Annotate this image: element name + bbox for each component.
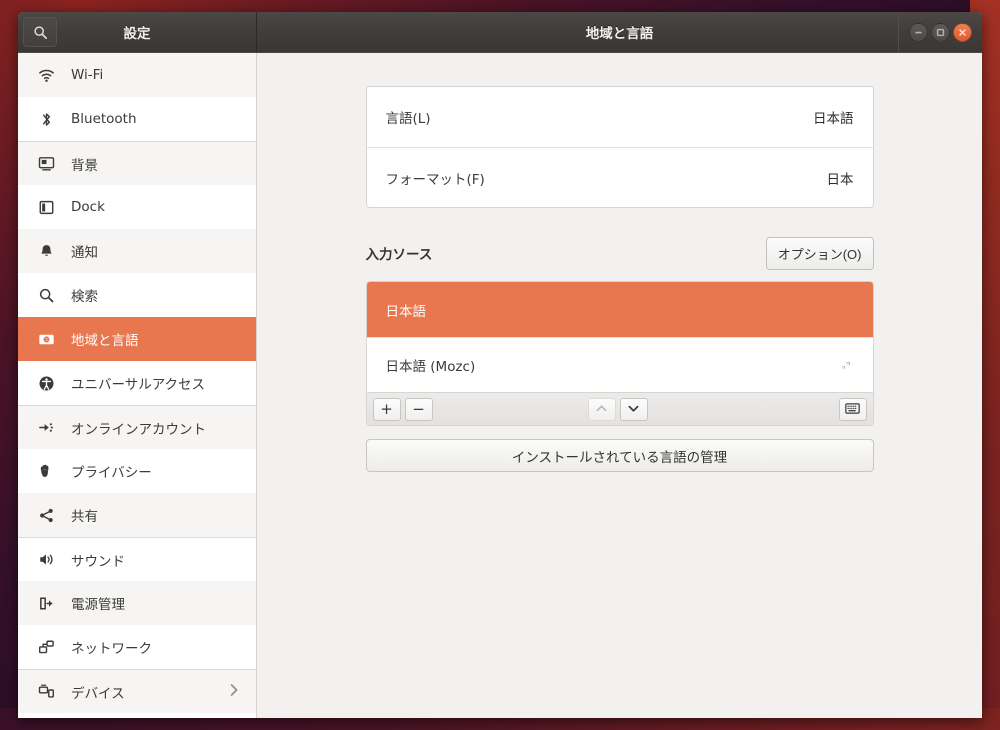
remove-input-source-label: − bbox=[412, 399, 425, 418]
title-bar-content-section: 地域と言語 bbox=[257, 12, 982, 53]
sidebar-item-power[interactable]: 電源管理 bbox=[18, 581, 256, 625]
sidebar-item-label: デバイス bbox=[71, 685, 125, 702]
search-icon bbox=[37, 286, 55, 304]
devices-icon bbox=[37, 683, 55, 701]
input-source-row[interactable]: 日本語 (Mozc) bbox=[366, 337, 873, 392]
language-row[interactable]: 言語(L) 日本語 bbox=[367, 87, 873, 147]
add-input-source-label: + bbox=[380, 399, 393, 418]
language-row-value: 日本語 bbox=[813, 111, 854, 127]
format-row-value: 日本 bbox=[826, 171, 854, 188]
search-icon bbox=[33, 25, 48, 40]
chevron-up-icon bbox=[595, 400, 608, 419]
settings-sidebar[interactable]: Wi-Fi Bluetooth 背景 Dock 通知 検索 地域と言語 ユニバー… bbox=[18, 53, 257, 718]
remove-input-source-button[interactable]: − bbox=[404, 397, 433, 421]
sidebar-item-label: Wi-Fi bbox=[71, 67, 104, 83]
input-sources-list[interactable]: 日本語 日本語 (Mozc) bbox=[365, 281, 874, 393]
notifications-bell-icon bbox=[37, 242, 55, 260]
sidebar-item-online-accounts[interactable]: オンラインアカウント bbox=[18, 405, 256, 449]
title-bar-sidebar-section: 設定 bbox=[18, 12, 257, 52]
panel-inner: 言語(L) 日本語 フォーマット(F) 日本 入力ソース オプション(O) 日本… bbox=[365, 86, 874, 472]
region-language-icon bbox=[37, 330, 55, 348]
sidebar-item-label: 背景 bbox=[71, 157, 98, 174]
manage-installed-languages-button[interactable]: インストールされている言語の管理 bbox=[365, 439, 874, 472]
power-plug-icon bbox=[37, 594, 55, 612]
format-row-label: フォーマット(F) bbox=[385, 171, 485, 188]
move-up-button[interactable] bbox=[587, 397, 616, 421]
format-row[interactable]: フォーマット(F) 日本 bbox=[366, 147, 873, 207]
chevron-right-icon bbox=[228, 683, 240, 701]
input-source-label: 日本語 bbox=[385, 303, 427, 320]
minimize-button[interactable] bbox=[909, 23, 928, 42]
window-controls bbox=[898, 12, 972, 53]
sidebar-item-sharing[interactable]: 共有 bbox=[18, 493, 256, 537]
search-button[interactable] bbox=[23, 17, 57, 47]
sidebar-item-background[interactable]: 背景 bbox=[18, 141, 256, 185]
region-language-panel: 言語(L) 日本語 フォーマット(F) 日本 入力ソース オプション(O) 日本… bbox=[257, 53, 982, 718]
sidebar-item-bluetooth[interactable]: Bluetooth bbox=[18, 97, 256, 141]
sidebar-item-label: ユニバーサルアクセス bbox=[71, 377, 206, 393]
universal-access-icon bbox=[37, 374, 55, 392]
input-sources-title: 入力ソース bbox=[365, 247, 433, 263]
sidebar-item-label: オンラインアカウント bbox=[71, 421, 206, 438]
dock-icon bbox=[37, 198, 55, 216]
sidebar-item-privacy[interactable]: プライバシー bbox=[18, 449, 256, 493]
sidebar-item-wifi[interactable]: Wi-Fi bbox=[18, 53, 256, 97]
settings-window: 設定 地域と言語 Wi-Fi Bluetooth 背景 Dock 通知 検索 地… bbox=[18, 12, 982, 718]
keyboard-preview-group bbox=[838, 397, 867, 421]
input-source-row[interactable]: 日本語 bbox=[366, 282, 873, 337]
keyboard-icon bbox=[845, 400, 860, 419]
sidebar-item-sound[interactable]: サウンド bbox=[18, 537, 256, 581]
sidebar-item-notifications[interactable]: 通知 bbox=[18, 229, 256, 273]
preferences-gear-icon[interactable] bbox=[837, 357, 854, 374]
sidebar-item-label: Dock bbox=[71, 199, 105, 215]
language-format-card: 言語(L) 日本語 フォーマット(F) 日本 bbox=[365, 86, 874, 208]
sidebar-item-region-language[interactable]: 地域と言語 bbox=[18, 317, 256, 361]
maximize-button[interactable] bbox=[931, 23, 950, 42]
close-button[interactable] bbox=[953, 23, 972, 42]
move-down-button[interactable] bbox=[619, 397, 648, 421]
sidebar-item-label: 地域と言語 bbox=[71, 333, 139, 349]
reorder-buttons bbox=[587, 397, 652, 421]
sidebar-item-label: 検索 bbox=[71, 289, 98, 305]
network-icon bbox=[37, 638, 55, 656]
language-row-label: 言語(L) bbox=[385, 111, 431, 127]
sidebar-item-label: 共有 bbox=[71, 509, 98, 525]
sidebar-item-label: サウンド bbox=[71, 553, 125, 570]
sidebar-item-search[interactable]: 検索 bbox=[18, 273, 256, 317]
sidebar-item-devices[interactable]: デバイス bbox=[18, 669, 256, 713]
input-sources-header: 入力ソース オプション(O) bbox=[365, 236, 874, 270]
sidebar-item-label: 電源管理 bbox=[71, 597, 125, 613]
input-sources-toolbar: + − bbox=[365, 393, 874, 426]
show-keyboard-layout-button[interactable] bbox=[838, 397, 867, 421]
sidebar-item-network[interactable]: ネットワーク bbox=[18, 625, 256, 669]
title-bar: 設定 地域と言語 bbox=[18, 12, 982, 53]
sound-speaker-icon bbox=[37, 551, 55, 569]
online-accounts-icon bbox=[37, 419, 55, 437]
page-title: 地域と言語 bbox=[585, 26, 654, 42]
chevron-down-icon bbox=[627, 400, 640, 419]
bluetooth-icon bbox=[37, 110, 55, 128]
input-source-label: 日本語 (Mozc) bbox=[385, 359, 476, 375]
options-button[interactable]: オプション(O) bbox=[765, 236, 874, 270]
sidebar-item-label: ネットワーク bbox=[71, 641, 152, 657]
sidebar-item-universal-access[interactable]: ユニバーサルアクセス bbox=[18, 361, 256, 405]
background-icon bbox=[37, 155, 55, 173]
wifi-icon bbox=[37, 66, 55, 84]
window-content: Wi-Fi Bluetooth 背景 Dock 通知 検索 地域と言語 ユニバー… bbox=[18, 53, 982, 718]
sharing-icon bbox=[37, 506, 55, 524]
sidebar-item-dock[interactable]: Dock bbox=[18, 185, 256, 229]
privacy-hand-icon bbox=[37, 462, 55, 480]
sidebar-item-label: プライバシー bbox=[71, 465, 152, 481]
add-input-source-button[interactable]: + bbox=[372, 397, 401, 421]
sidebar-item-label: 通知 bbox=[71, 245, 98, 261]
sidebar-item-label: Bluetooth bbox=[71, 111, 137, 127]
